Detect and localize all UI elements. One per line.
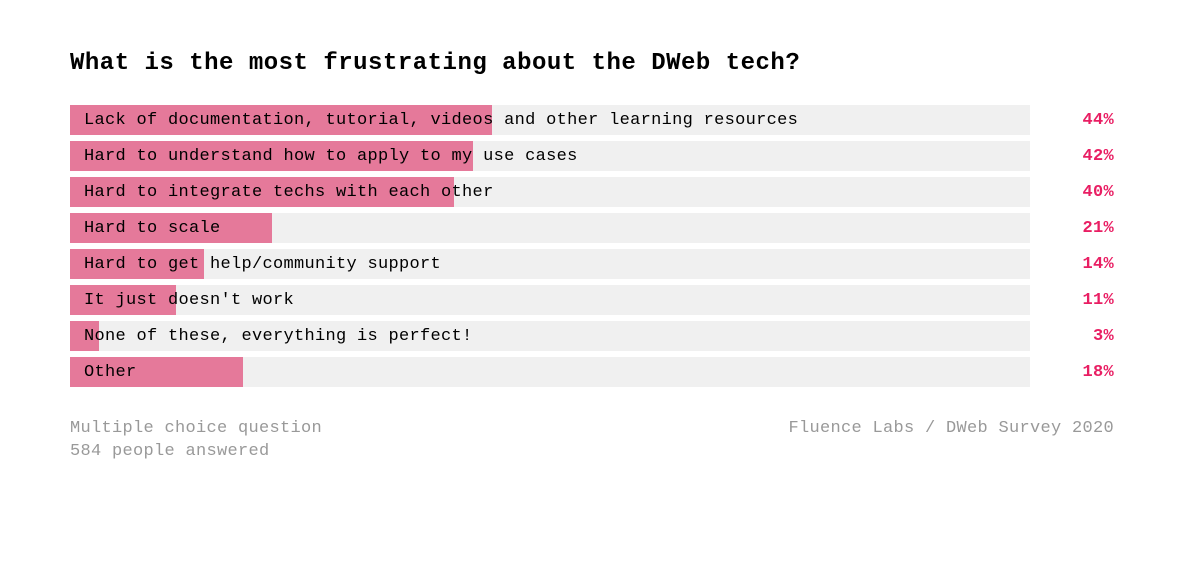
bar-label: It just doesn't work (70, 291, 294, 310)
bar-value: 40% (1034, 183, 1114, 202)
bar-row: Lack of documentation, tutorial, videos … (70, 105, 1114, 135)
bar-value: 14% (1034, 255, 1114, 274)
chart-container: What is the most frustrating about the D… (70, 50, 1114, 461)
footer-note-2: 584 people answered (70, 442, 322, 461)
bars-container: Lack of documentation, tutorial, videos … (70, 105, 1114, 387)
bar-value: 11% (1034, 291, 1114, 310)
chart-title: What is the most frustrating about the D… (70, 50, 1114, 77)
bar-row: Hard to get help/community support 14% (70, 249, 1114, 279)
bar-value: 42% (1034, 147, 1114, 166)
footer-note-1: Multiple choice question (70, 419, 322, 438)
bar-label: Hard to integrate techs with each other (70, 183, 494, 202)
bar-row: Hard to scale 21% (70, 213, 1114, 243)
bar-value: 3% (1034, 327, 1114, 346)
bar-row: It just doesn't work 11% (70, 285, 1114, 315)
bar-value: 44% (1034, 111, 1114, 130)
bar-label: Hard to scale (70, 219, 221, 238)
footer-left: Multiple choice question 584 people answ… (70, 419, 322, 461)
bar-row: Hard to understand how to apply to my us… (70, 141, 1114, 171)
bar-label: Hard to understand how to apply to my us… (70, 147, 578, 166)
bar-label: None of these, everything is perfect! (70, 327, 473, 346)
bar-value: 21% (1034, 219, 1114, 238)
bar-label: Other (70, 363, 137, 382)
bar-value: 18% (1034, 363, 1114, 382)
bar-row: Hard to integrate techs with each other … (70, 177, 1114, 207)
bar-row: Other 18% (70, 357, 1114, 387)
bar-row: None of these, everything is perfect! 3% (70, 321, 1114, 351)
bar-label: Hard to get help/community support (70, 255, 441, 274)
footer-source: Fluence Labs / DWeb Survey 2020 (788, 419, 1114, 461)
bar-label: Lack of documentation, tutorial, videos … (70, 111, 798, 130)
chart-footer: Multiple choice question 584 people answ… (70, 419, 1114, 461)
